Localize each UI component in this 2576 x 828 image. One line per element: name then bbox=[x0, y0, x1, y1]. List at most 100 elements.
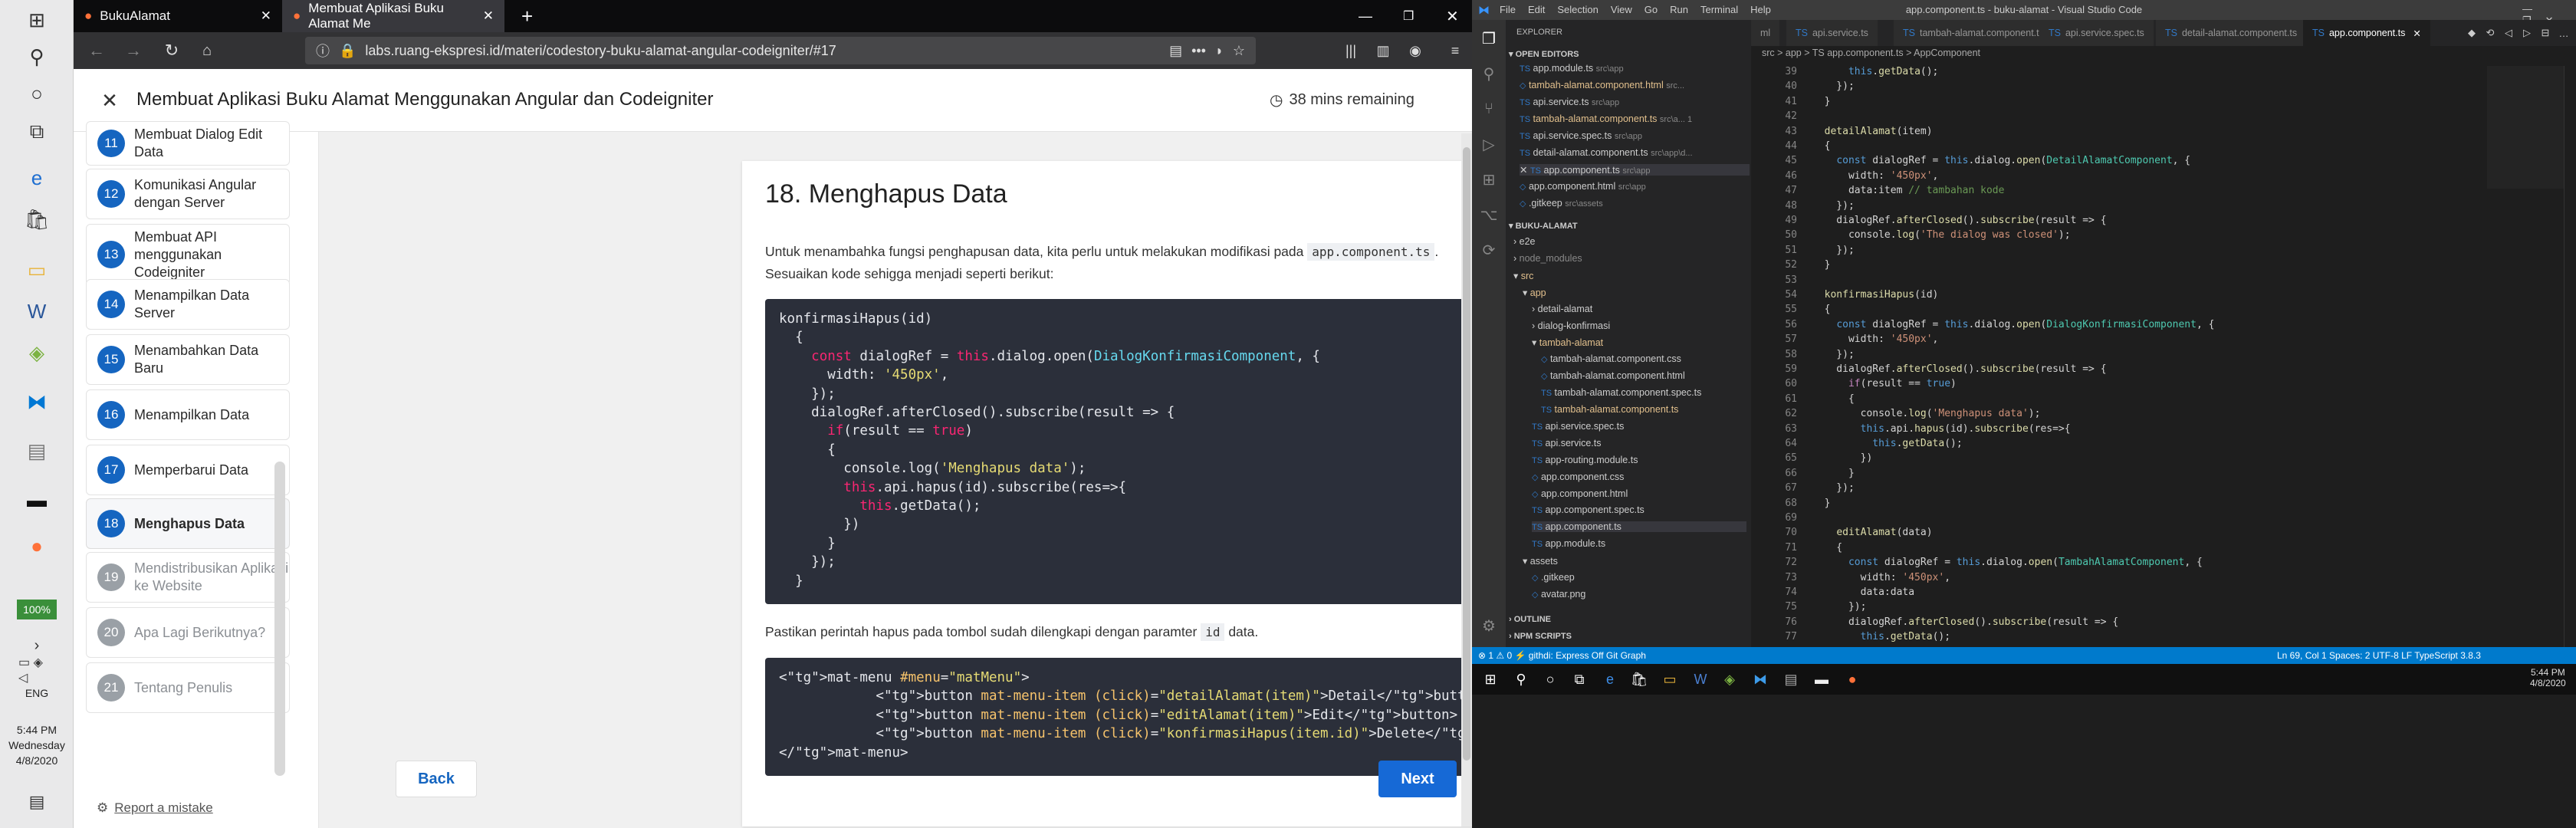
editor-code-line[interactable]: } bbox=[1812, 259, 1831, 271]
tree-item[interactable]: ▾ tambah-alamat bbox=[1532, 337, 1603, 348]
tree-item[interactable]: TS app.component.ts bbox=[1532, 521, 1746, 533]
sidebar-icon[interactable]: ▥ bbox=[1369, 38, 1397, 63]
edge-icon[interactable]: e bbox=[1599, 669, 1621, 690]
editor-code-line[interactable]: width: '450px', bbox=[1812, 334, 1938, 345]
open-editors-heading[interactable]: ▾ OPEN EDITORS bbox=[1509, 49, 1579, 59]
sidebar-scrollbar[interactable] bbox=[274, 462, 285, 776]
editor-action-icon[interactable]: ◁ bbox=[2501, 26, 2516, 40]
terminal-icon[interactable]: ▬ bbox=[18, 483, 55, 517]
close-tab-icon[interactable]: ✕ bbox=[483, 8, 494, 24]
run-debug-icon[interactable]: ▷ bbox=[1472, 129, 1506, 159]
editor-code-line[interactable]: dialogRef.afterClosed().subscribe(result… bbox=[1812, 215, 2106, 226]
library-icon[interactable]: ||| bbox=[1337, 38, 1365, 63]
editor-code-line[interactable]: this.getData(); bbox=[1812, 631, 1950, 642]
editor-code-line[interactable]: dialogRef.afterClosed().subscribe(result… bbox=[1812, 363, 2106, 375]
open-editor-item[interactable]: ◇ .gitkeep src\assets bbox=[1520, 198, 1603, 209]
start-icon[interactable]: ⊞ bbox=[18, 3, 55, 37]
tree-item[interactable]: › dialog-konfirmasi bbox=[1532, 320, 1610, 331]
cortana-icon[interactable]: ○ bbox=[1539, 669, 1561, 690]
editor-code-line[interactable]: width: '450px', bbox=[1812, 170, 1938, 182]
open-editor-item[interactable]: ◇ app.component.html src\app bbox=[1520, 181, 1646, 192]
open-editor-item[interactable]: TS app.module.ts src\app bbox=[1520, 63, 1624, 74]
tree-item[interactable]: › detail-alamat bbox=[1532, 304, 1592, 314]
breadcrumb[interactable]: src > app > TS app.component.ts > AppCom… bbox=[1762, 48, 1980, 58]
open-editor-item[interactable]: TS api.service.ts src\app bbox=[1520, 97, 1619, 107]
firefox-icon[interactable]: ● bbox=[18, 529, 55, 563]
search-icon[interactable]: ⚲ bbox=[1510, 669, 1532, 690]
editor-code-line[interactable]: }) bbox=[1812, 452, 1873, 464]
page-actions-icon[interactable]: ••• bbox=[1191, 43, 1206, 59]
editor-tab[interactable]: ml bbox=[1751, 20, 1781, 46]
menu-help[interactable]: Help bbox=[1750, 4, 1771, 15]
bookmark-star-icon[interactable]: ☆ bbox=[1233, 43, 1245, 59]
open-editor-item[interactable]: ◇ tambah-alamat.component.html src... bbox=[1520, 80, 1684, 90]
outline-heading[interactable]: › OUTLINE bbox=[1509, 615, 1551, 624]
editor-code-line[interactable]: } bbox=[1812, 498, 1831, 509]
tree-item[interactable]: › e2e bbox=[1513, 236, 1536, 247]
task-view-icon[interactable]: ⧉ bbox=[1569, 669, 1590, 690]
sidebar-item-20[interactable]: 20 Apa Lagi Berikutnya? bbox=[86, 607, 290, 658]
tab-bukualamat[interactable]: ● BukuAlamat ✕ bbox=[74, 0, 282, 32]
menu-run[interactable]: Run bbox=[1670, 4, 1688, 15]
vscode-icon[interactable]: ⧓ bbox=[18, 385, 55, 419]
editor-code-line[interactable]: } bbox=[1812, 468, 1855, 479]
new-tab-button[interactable]: + bbox=[511, 0, 544, 32]
minimize-icon[interactable]: — bbox=[1348, 0, 1383, 32]
tree-item[interactable]: TS tambah-alamat.component.spec.ts bbox=[1541, 387, 1701, 398]
tree-item[interactable]: ▾ src bbox=[1513, 270, 1533, 281]
editor-tab[interactable]: TS detail-alamat.component.ts bbox=[2156, 20, 2308, 46]
editor-code-line[interactable]: }); bbox=[1812, 80, 1855, 92]
editor-action-icon[interactable]: ◆ bbox=[2464, 26, 2479, 40]
account-icon[interactable]: ◉ bbox=[1401, 38, 1429, 63]
reload-icon[interactable]: ↻ bbox=[158, 38, 186, 63]
editor-tab[interactable]: TS api.service.ts bbox=[1786, 20, 1878, 46]
sidebar-item-14[interactable]: 14 Menampilkan Data Server bbox=[86, 279, 290, 330]
store-icon[interactable]: 🛍 bbox=[1628, 669, 1650, 690]
app-icon[interactable]: ▤ bbox=[18, 434, 55, 468]
code-area[interactable]: 39 this.getData(); 40 }); 41 } 42 43 detailA… bbox=[1751, 66, 2576, 647]
restore-icon[interactable]: ❐ bbox=[1392, 0, 1424, 32]
menu-view[interactable]: View bbox=[1611, 4, 1632, 15]
tree-item[interactable]: TS app.component.spec.ts bbox=[1532, 504, 1644, 515]
open-editor-item[interactable]: TS detail-alamat.component.ts src\app\d.… bbox=[1520, 147, 1693, 158]
menu-terminal[interactable]: Terminal bbox=[1700, 4, 1738, 15]
clock[interactable]: 5:44 PM 4/8/2020 bbox=[2530, 667, 2566, 688]
tree-item[interactable]: ▾ app bbox=[1523, 287, 1546, 298]
tree-item[interactable]: TS api.service.ts bbox=[1532, 438, 1602, 449]
open-editor-item[interactable]: ✕ TS app.component.ts src\app bbox=[1520, 164, 1750, 176]
editor-code-line[interactable]: this.getData(); bbox=[1812, 438, 1962, 449]
editor-code-line[interactable]: }); bbox=[1812, 482, 1855, 494]
status-right[interactable]: Ln 69, Col 1 Spaces: 2 UTF-8 LF TypeScri… bbox=[2277, 650, 2481, 661]
project-heading[interactable]: ▾ BUKU-ALAMAT bbox=[1509, 221, 1578, 231]
home-icon[interactable]: ⌂ bbox=[193, 38, 221, 63]
editor-scrollbar[interactable] bbox=[2564, 66, 2576, 647]
extensions-icon[interactable]: ⊞ bbox=[1472, 164, 1506, 195]
firefox-icon[interactable]: ● bbox=[1842, 669, 1863, 690]
word-icon[interactable]: W bbox=[1690, 669, 1711, 690]
stack-app-icon[interactable]: ◈ bbox=[18, 336, 55, 370]
back-arrow-icon[interactable]: ← bbox=[83, 38, 110, 63]
report-mistake-link[interactable]: ⚙ Report a mistake bbox=[97, 800, 213, 816]
tree-item[interactable]: ◇ .gitkeep bbox=[1532, 572, 1575, 583]
editor-code-line[interactable]: this.getData(); bbox=[1812, 66, 1938, 77]
settings-gear-icon[interactable]: ⚙ bbox=[1472, 610, 1506, 641]
editor-code-line[interactable]: editAlamat(data) bbox=[1812, 527, 1932, 538]
npm-scripts-heading[interactable]: › NPM SCRIPTS bbox=[1509, 632, 1572, 641]
start-icon[interactable]: ⊞ bbox=[1480, 669, 1501, 690]
vscode-icon[interactable]: ⧓ bbox=[1750, 669, 1771, 690]
editor-code-line[interactable]: { bbox=[1812, 542, 1842, 554]
tree-item[interactable]: TS app-routing.module.ts bbox=[1532, 455, 1638, 465]
file-explorer-icon[interactable]: ▭ bbox=[18, 253, 55, 287]
tree-item[interactable]: TS tambah-alamat.component.ts bbox=[1541, 404, 1678, 415]
cortana-icon[interactable]: ○ bbox=[18, 77, 55, 110]
editor-code-line[interactable]: detailAlamat(item) bbox=[1812, 126, 1933, 137]
back-button[interactable]: Back bbox=[396, 761, 477, 797]
close-window-icon[interactable]: ✕ bbox=[1435, 0, 1470, 32]
menu-go[interactable]: Go bbox=[1644, 4, 1658, 15]
tree-item[interactable]: TS api.service.spec.ts bbox=[1532, 421, 1624, 432]
sidebar-item-21[interactable]: 21 Tentang Penulis bbox=[86, 662, 290, 713]
edge-icon[interactable]: e bbox=[18, 161, 55, 195]
tab-membuat-aplikasi[interactable]: ● Membuat Aplikasi Buku Alamat Me ✕ bbox=[282, 0, 504, 32]
clock-time[interactable]: 5:44 PM bbox=[0, 724, 74, 736]
search-icon[interactable]: ⚲ bbox=[1472, 58, 1506, 89]
